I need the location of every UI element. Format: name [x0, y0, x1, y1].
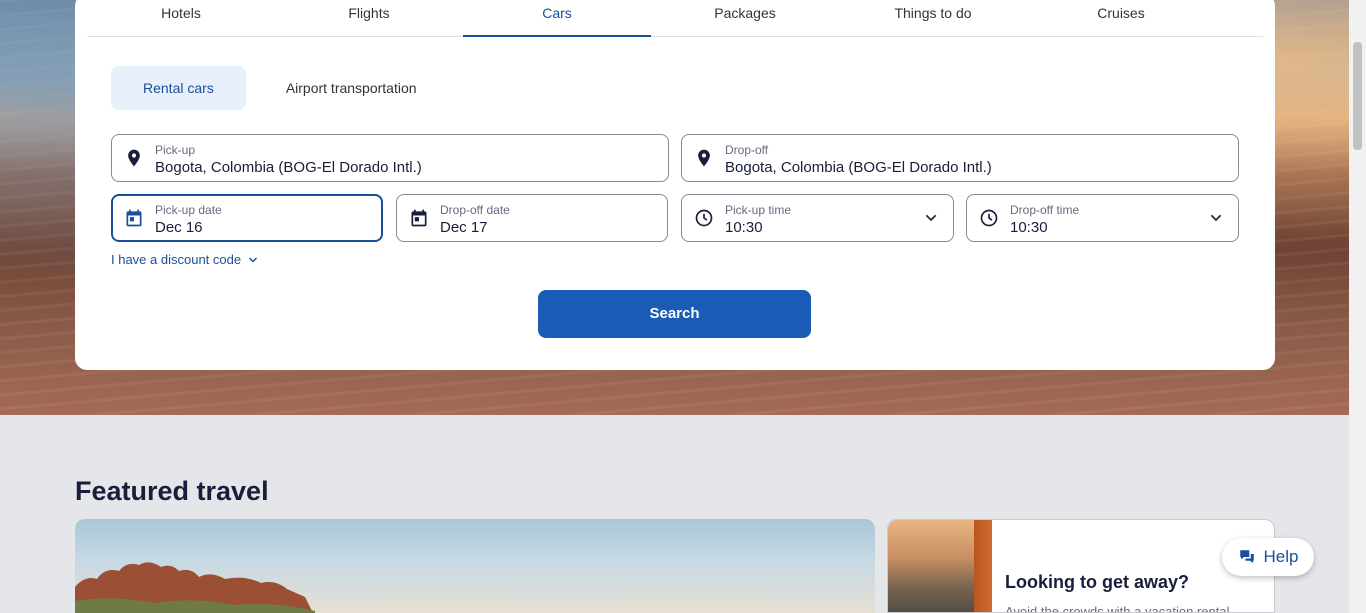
dropoff-location-label: Drop-off	[725, 143, 769, 157]
featured-vacation-rental-card[interactable]: Looking to get away? Avoid the crowds wi…	[887, 519, 1275, 613]
featured-travel-heading: Featured travel	[75, 476, 269, 506]
dropoff-date-label: Drop-off date	[440, 203, 510, 217]
featured-card-title: Looking to get away?	[1005, 572, 1190, 592]
help-label: Help	[1263, 547, 1299, 566]
pickup-location-label: Pick-up	[155, 143, 196, 157]
rock-formation-image	[75, 562, 315, 613]
chevron-down-icon	[925, 214, 937, 222]
pickup-date-field[interactable]: Pick-up date Dec 16	[111, 194, 383, 242]
dropoff-time-select[interactable]: Drop-off time 10:30	[966, 194, 1239, 242]
pickup-date-value: Dec 16	[155, 219, 203, 236]
clock-icon	[980, 209, 998, 227]
search-card: Hotels Flights Cars Packages Things to d…	[75, 0, 1275, 370]
map-pin-icon	[698, 149, 710, 167]
calendar-icon	[126, 209, 142, 227]
tab-cars[interactable]: Cars	[463, 0, 651, 37]
help-button[interactable]: Help	[1222, 538, 1314, 576]
tab-cruises[interactable]: Cruises	[1027, 0, 1215, 37]
pickup-time-value: 10:30	[725, 219, 763, 236]
pickup-date-label: Pick-up date	[155, 203, 222, 217]
tab-things-to-do[interactable]: Things to do	[839, 0, 1027, 37]
dropoff-time-label: Drop-off time	[1010, 203, 1080, 217]
tab-hotels[interactable]: Hotels	[87, 0, 275, 37]
pickup-time-label: Pick-up time	[725, 203, 792, 217]
dropoff-date-field[interactable]: Drop-off date Dec 17	[396, 194, 668, 242]
chat-bubbles-icon	[1239, 550, 1254, 563]
scrollbar-thumb[interactable]	[1353, 42, 1362, 150]
tab-packages[interactable]: Packages	[651, 0, 839, 37]
dropoff-location-field[interactable]: Drop-off Bogota, Colombia (BOG-El Dorado…	[681, 134, 1239, 182]
calendar-icon	[411, 209, 427, 227]
chevron-down-icon	[1210, 214, 1222, 222]
subtab-rental-cars[interactable]: Rental cars	[111, 66, 246, 110]
featured-hero-image[interactable]	[75, 519, 875, 613]
map-pin-icon	[128, 149, 140, 167]
pickup-time-select[interactable]: Pick-up time 10:30	[681, 194, 954, 242]
vacation-rental-image	[888, 520, 992, 612]
vertical-tabs: Hotels Flights Cars Packages Things to d…	[87, 0, 1263, 37]
pickup-location-field[interactable]: Pick-up Bogota, Colombia (BOG-El Dorado …	[111, 134, 669, 182]
featured-card-text: Avoid the crowds with a vacation rental	[1005, 604, 1230, 613]
dropoff-date-value: Dec 17	[440, 219, 488, 236]
dropoff-location-value: Bogota, Colombia (BOG-El Dorado Intl.)	[725, 159, 992, 176]
pickup-location-value: Bogota, Colombia (BOG-El Dorado Intl.)	[155, 159, 422, 176]
discount-code-toggle[interactable]: I have a discount code	[111, 252, 259, 267]
clock-icon	[695, 209, 713, 227]
page-scrollbar[interactable]	[1349, 0, 1366, 613]
search-button[interactable]: Search	[538, 290, 811, 338]
discount-code-label: I have a discount code	[111, 252, 242, 267]
car-subtabs: Rental cars Airport transportation	[111, 66, 449, 110]
subtab-airport-transportation[interactable]: Airport transportation	[254, 66, 449, 110]
tab-flights[interactable]: Flights	[275, 0, 463, 37]
dropoff-time-value: 10:30	[1010, 219, 1048, 236]
chevron-down-icon	[249, 256, 258, 263]
